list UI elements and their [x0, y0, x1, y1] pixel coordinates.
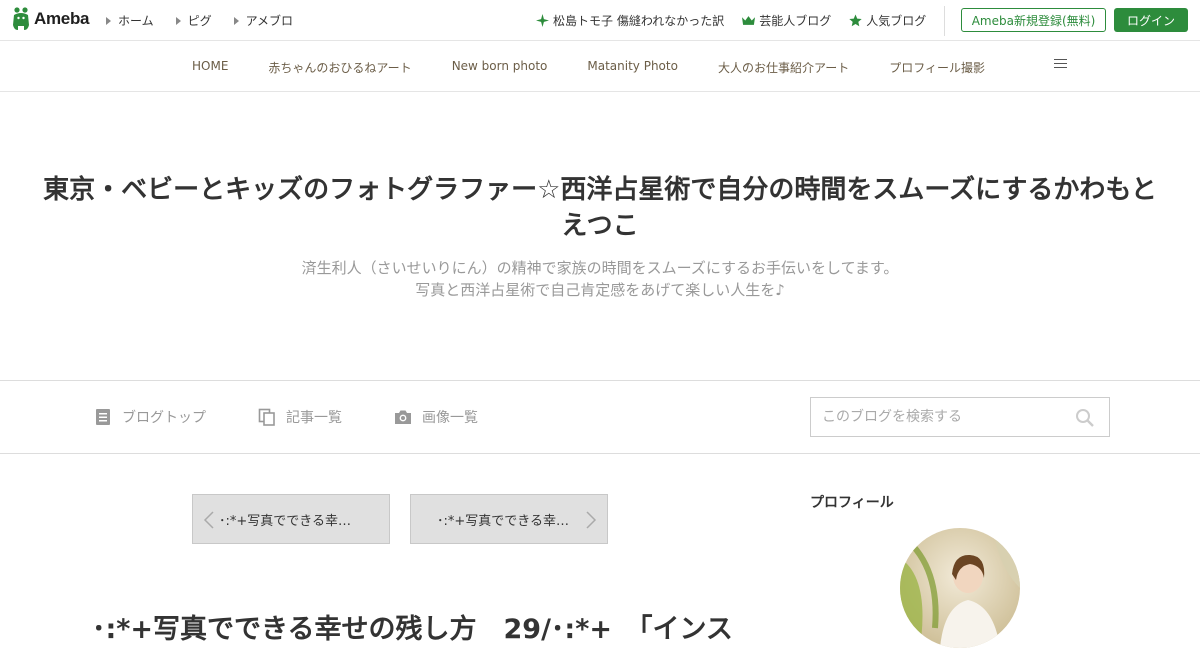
global-nav: ホーム ピグ アメブロ [106, 12, 293, 29]
trending-topic-label: 松島トモ子 傷縫われなかった訳 [553, 14, 725, 28]
image-list-label: 画像一覧 [422, 410, 478, 426]
triangle-right-icon [106, 16, 111, 25]
blog-nav-baby-nap-art[interactable]: 赤ちゃんのおひるねアート [268, 59, 411, 76]
document-icon [96, 409, 110, 425]
crown-icon [742, 16, 756, 25]
image-list-link[interactable]: 画像一覧 [394, 407, 478, 427]
global-nav-label: アメブロ [245, 14, 294, 28]
ameba-logo-icon [13, 7, 29, 30]
prev-article-button[interactable]: ･:*+写真でできる幸せの残し方 [192, 494, 390, 544]
star-icon [849, 14, 862, 27]
profile-photo [900, 528, 1020, 648]
entry-list-label: 記事一覧 [286, 410, 342, 426]
blog-nav: HOME 赤ちゃんのおひるねアート New born photo Matanit… [0, 42, 1200, 92]
blog-sub-nav: ブログトップ 記事一覧 画像一覧 [0, 380, 1200, 454]
trending-nav: 松島トモ子 傷縫われなかった訳 芸能人ブログ 人気ブログ [536, 12, 926, 29]
blog-search-input[interactable] [811, 398, 1061, 436]
next-article-label: ･:*+写真でできる幸せの残し方 [437, 513, 577, 529]
copy-documents-icon [258, 408, 275, 426]
global-nav-home[interactable]: ホーム [106, 12, 154, 29]
prev-article-label: ･:*+写真でできる幸せの残し方 [219, 513, 359, 529]
hamburger-menu-icon[interactable] [1054, 59, 1067, 69]
search-icon[interactable] [1075, 408, 1095, 428]
blog-search [810, 397, 1110, 437]
register-button[interactable]: Ameba新規登録(無料) [961, 8, 1106, 32]
article-title[interactable]: ･:*+写真でできる幸せの残し方 29/･:*+ 「インス [92, 612, 732, 648]
popular-blog-label: 人気ブログ [866, 14, 927, 28]
blog-nav-home[interactable]: HOME [192, 59, 228, 76]
login-button[interactable]: ログイン [1114, 8, 1188, 32]
blog-top-link[interactable]: ブログトップ [94, 407, 206, 427]
global-nav-label: ホーム [118, 14, 154, 28]
global-nav-label: ピグ [187, 14, 212, 28]
chevron-right-icon [586, 511, 597, 529]
triangle-right-icon [175, 16, 181, 25]
blog-nav-work-art[interactable]: 大人のお仕事紹介アート [718, 59, 849, 76]
blog-description-line: 写真と西洋占星術で自己肯定感をあげて楽しい人生を♪ [415, 281, 785, 299]
global-nav-ameblo[interactable]: アメブロ [233, 12, 294, 29]
chevron-left-icon [203, 511, 214, 529]
profile-avatar[interactable] [900, 528, 1020, 648]
blog-title[interactable]: 東京・ベビーとキッズのフォトグラファー☆西洋占星術で自分の時間をスムーズにするか… [40, 172, 1160, 244]
celebrity-blog-label: 芸能人ブログ [759, 14, 832, 28]
blog-nav-newborn-photo[interactable]: New born photo [452, 59, 548, 76]
sparkle-icon [536, 14, 549, 27]
blog-description: 済生利人（さいせいりにん）の精神で家族の時間をスムーズにするお手伝いをしてます。… [100, 257, 1100, 301]
blog-top-label: ブログトップ [122, 410, 206, 426]
ameba-logo[interactable]: Ameba [11, 6, 89, 32]
entry-list-link[interactable]: 記事一覧 [258, 407, 342, 427]
triangle-right-icon [233, 16, 239, 25]
blog-description-line: 済生利人（さいせいりにん）の精神で家族の時間をスムーズにするお手伝いをしてます。 [301, 259, 899, 277]
celebrity-blog-link[interactable]: 芸能人ブログ [742, 12, 831, 29]
trending-topic-link[interactable]: 松島トモ子 傷縫われなかった訳 [536, 12, 724, 29]
popular-blog-link[interactable]: 人気ブログ [849, 12, 926, 29]
blog-nav-maternity-photo[interactable]: Matanity Photo [587, 59, 678, 76]
global-header: Ameba ホーム ピグ アメブロ 松島トモ子 傷縫われなかった訳 芸能人ブログ… [0, 0, 1200, 41]
profile-heading: プロフィール [810, 495, 894, 511]
global-nav-pigg[interactable]: ピグ [175, 12, 212, 29]
camera-icon [395, 410, 411, 424]
next-article-button[interactable]: ･:*+写真でできる幸せの残し方 [410, 494, 608, 544]
blog-nav-profile-shoot[interactable]: プロフィール撮影 [889, 59, 985, 76]
ameba-logo-text: Ameba [34, 9, 90, 28]
header-divider [944, 6, 945, 36]
